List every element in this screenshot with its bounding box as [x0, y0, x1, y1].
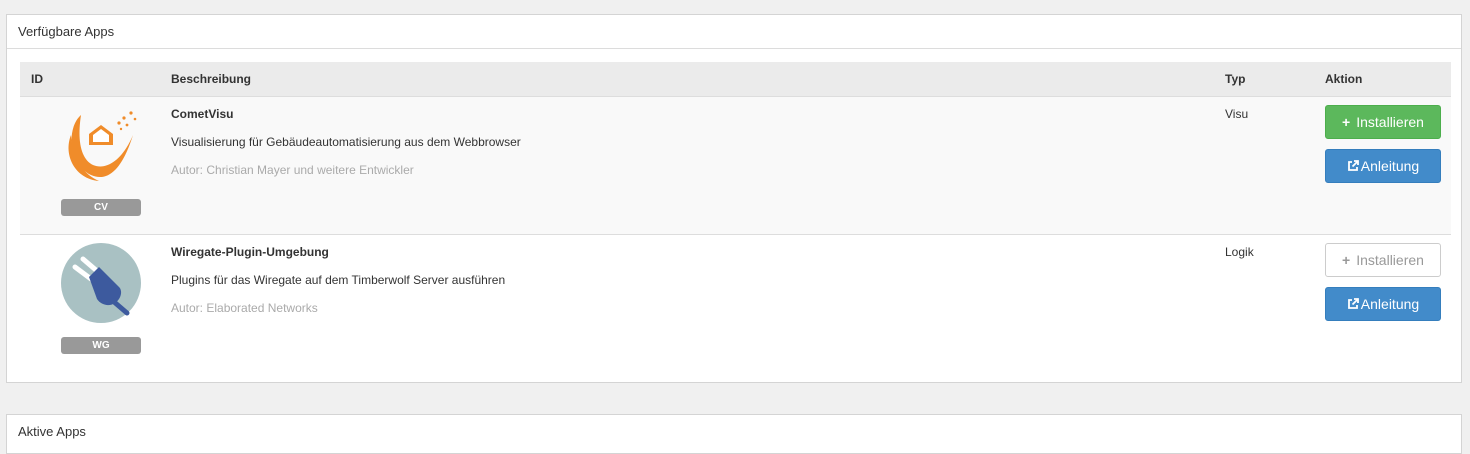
- app-type: Logik: [1225, 244, 1254, 259]
- install-button[interactable]: + Installieren: [1325, 104, 1441, 139]
- description-cell: CometVisu Visualisierung für Gebäudeauto…: [160, 96, 1214, 235]
- id-cell: WG: [20, 234, 160, 372]
- active-apps-panel: Aktive Apps: [6, 414, 1462, 454]
- app-description: Visualisierung für Gebäudeautomatisierun…: [171, 134, 521, 149]
- active-apps-title: Aktive Apps: [18, 424, 86, 439]
- app-author: Autor: Elaborated Networks: [171, 300, 318, 315]
- guide-button[interactable]: Anleitung: [1325, 286, 1441, 321]
- app-type: Visu: [1214, 96, 1314, 235]
- install-button-label: Installieren: [1356, 113, 1424, 130]
- plus-icon: +: [1342, 251, 1351, 268]
- apps-table: ID Beschreibung Typ Aktion CV CometVisu …: [20, 62, 1451, 372]
- table-row: WG Wiregate-Plugin-Umgebung Plugins für …: [20, 234, 1451, 372]
- app-name: Wiregate-Plugin-Umgebung: [171, 244, 329, 259]
- app-author: Autor: Christian Mayer und weitere Entwi…: [171, 162, 414, 177]
- available-apps-panel: Verfügbare Apps ID Beschreibung Typ Akti…: [6, 14, 1462, 383]
- header-type: Typ: [1214, 62, 1314, 97]
- id-cell: CV: [20, 96, 160, 235]
- guide-button-label: Anleitung: [1360, 157, 1420, 174]
- install-button-label: Installieren: [1356, 251, 1424, 268]
- plug-logo-icon: [61, 242, 141, 323]
- app-id-badge: CV: [61, 198, 141, 216]
- action-cell: + Installieren Anleitung: [1314, 96, 1451, 235]
- description-cell: Wiregate-Plugin-Umgebung Plugins für das…: [160, 234, 1214, 372]
- external-link-icon: [1347, 297, 1359, 309]
- header-action: Aktion: [1314, 62, 1451, 97]
- external-link-icon: [1347, 159, 1359, 171]
- install-button-disabled[interactable]: + Installieren: [1325, 242, 1441, 277]
- guide-button-label: Anleitung: [1360, 295, 1420, 312]
- table-header-row: ID Beschreibung Typ Aktion: [20, 62, 1451, 97]
- guide-button[interactable]: Anleitung: [1325, 148, 1441, 183]
- app-id-badge: WG: [61, 336, 141, 354]
- plus-icon: +: [1342, 113, 1351, 130]
- app-name: CometVisu: [171, 106, 234, 121]
- table-row: CV CometVisu Visualisierung für Gebäudea…: [20, 96, 1451, 235]
- available-apps-title: Verfügbare Apps: [7, 15, 1461, 49]
- app-description: Plugins für das Wiregate auf dem Timberw…: [171, 272, 506, 287]
- header-id: ID: [20, 62, 160, 97]
- header-description: Beschreibung: [160, 62, 1214, 97]
- cometvisu-logo-icon: [68, 110, 137, 181]
- action-cell: + Installieren Anleitung: [1314, 234, 1451, 372]
